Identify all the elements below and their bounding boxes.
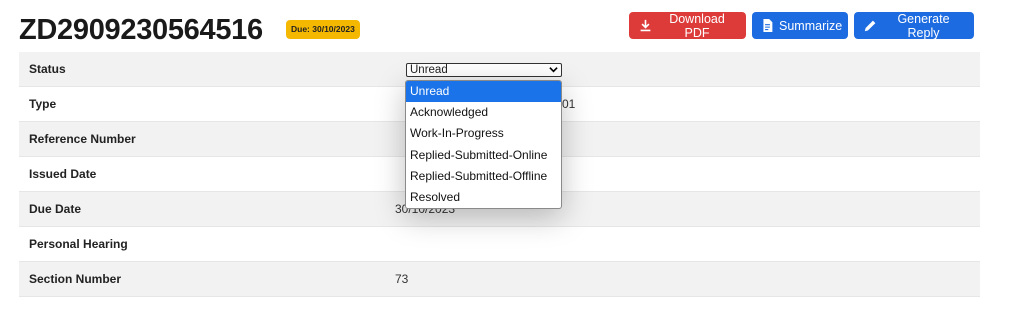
- row-label: Reference Number: [29, 132, 136, 146]
- status-option-work-in-progress[interactable]: Work-In-Progress: [406, 123, 561, 144]
- row-label: Personal Hearing: [29, 237, 128, 251]
- status-dropdown-menu: Unread Acknowledged Work-In-Progress Rep…: [405, 80, 562, 210]
- row-label: Status: [29, 62, 66, 76]
- row-label: Due Date: [29, 202, 82, 216]
- generate-reply-label: Generate Reply: [897, 11, 950, 40]
- status-option-resolved[interactable]: Resolved: [406, 187, 561, 208]
- type-value-partial: 01: [562, 97, 576, 111]
- summarize-button[interactable]: Summarize: [752, 12, 848, 39]
- header: ZD2909230564516 Due: 30/10/2023 Download…: [19, 10, 1024, 50]
- row-label: Issued Date: [29, 167, 97, 181]
- row-value: 73: [395, 272, 409, 286]
- status-option-replied-submitted-offline[interactable]: Replied-Submitted-Offline: [406, 166, 561, 187]
- status-option-unread[interactable]: Unread: [406, 81, 561, 103]
- download-icon: [640, 19, 651, 32]
- table-row: Section Number 73: [19, 262, 980, 297]
- row-label: Type: [29, 97, 57, 111]
- pencil-icon: [864, 20, 876, 32]
- status-select-value: Unread: [410, 64, 448, 76]
- status-select[interactable]: Unread: [406, 63, 562, 77]
- document-icon: [763, 19, 773, 32]
- generate-reply-button[interactable]: Generate Reply: [854, 11, 974, 40]
- chevron-down-icon: [549, 67, 558, 73]
- download-pdf-button[interactable]: Download PDF: [629, 11, 746, 40]
- page-title: ZD2909230564516: [19, 14, 263, 46]
- due-date-badge: Due: 30/10/2023: [286, 20, 360, 39]
- summarize-label: Summarize: [779, 18, 843, 33]
- status-option-acknowledged[interactable]: Acknowledged: [406, 102, 561, 123]
- download-pdf-label: Download PDF: [669, 11, 725, 40]
- status-option-replied-submitted-online[interactable]: Replied-Submitted-Online: [406, 145, 561, 166]
- table-row: Personal Hearing: [19, 227, 980, 262]
- row-label: Section Number: [29, 272, 122, 286]
